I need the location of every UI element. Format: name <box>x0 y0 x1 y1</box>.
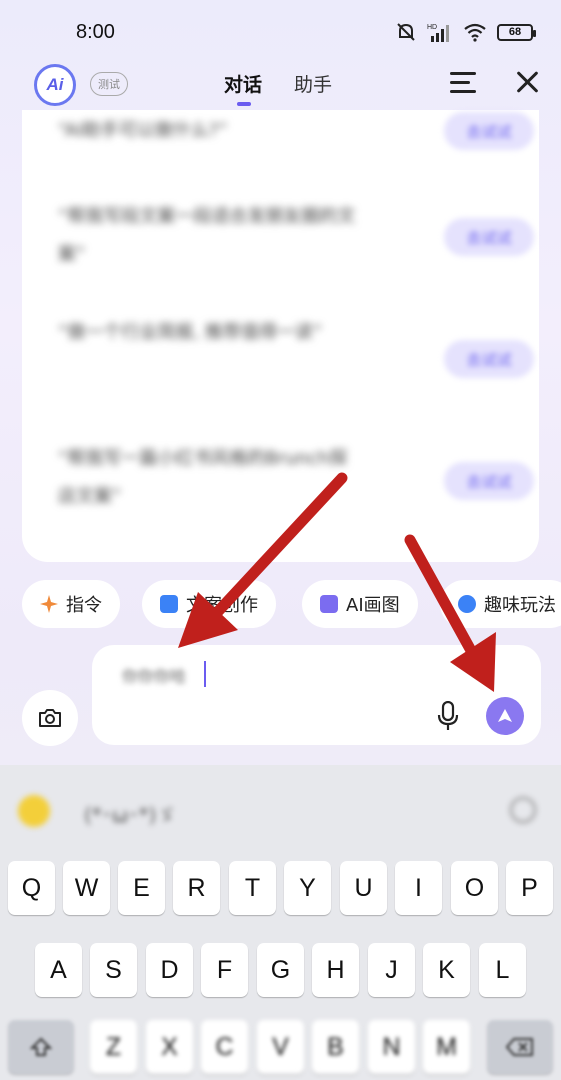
text-caret <box>204 661 206 687</box>
key-p[interactable]: P <box>506 861 553 915</box>
suggestion-text: “帮我写一篇小红书风格的Brunch探店文案” <box>58 448 348 507</box>
key-q[interactable]: Q <box>8 861 55 915</box>
battery-icon: 68 <box>497 23 536 41</box>
svg-text:HD: HD <box>427 24 437 31</box>
chip-label: AI画图 <box>346 595 400 616</box>
key-x[interactable]: X <box>146 1020 193 1074</box>
key-c[interactable]: C <box>201 1020 248 1074</box>
key-h[interactable]: H <box>312 943 359 997</box>
key-y[interactable]: Y <box>284 861 331 915</box>
key-o[interactable]: O <box>451 861 498 915</box>
signal-icon: HD <box>427 24 449 42</box>
chip-instruction[interactable]: 指令 <box>22 580 120 628</box>
key-f[interactable]: F <box>201 943 248 997</box>
key-b[interactable]: B <box>312 1020 359 1074</box>
chip-ai-drawing[interactable]: AI画图 <box>302 580 418 628</box>
menu-icon[interactable] <box>450 72 476 94</box>
key-k[interactable]: K <box>423 943 470 997</box>
smile-icon <box>458 595 476 613</box>
status-time: 8:00 <box>76 20 115 43</box>
camera-button[interactable] <box>22 690 78 746</box>
backspace-icon <box>506 1038 533 1056</box>
try-button[interactable]: 去试试 <box>444 112 534 150</box>
status-icons: HD 68 <box>395 21 536 43</box>
key-z[interactable]: Z <box>90 1020 137 1074</box>
sparkle-icon <box>40 595 58 613</box>
key-m[interactable]: M <box>423 1020 470 1074</box>
tab-assistant[interactable]: 助手 <box>294 70 332 97</box>
status-bar: 8:00 HD 68 <box>0 0 561 64</box>
shift-icon <box>30 1037 52 1056</box>
close-icon[interactable] <box>514 68 542 96</box>
ai-logo: Ai <box>34 64 76 106</box>
camera-icon <box>39 709 61 727</box>
keyboard-settings-icon[interactable] <box>510 797 536 823</box>
try-button[interactable]: 去试试 <box>444 340 534 378</box>
test-badge: 测试 <box>90 72 128 96</box>
key-i[interactable]: I <box>395 861 442 915</box>
key-e[interactable]: E <box>118 861 165 915</box>
try-button[interactable]: 去试试 <box>444 218 534 256</box>
chip-label: 指令 <box>66 595 102 616</box>
key-v[interactable]: V <box>257 1020 304 1074</box>
keyboard-toolbar: (*･ω･*)ゞ <box>0 785 561 833</box>
tab-dialog[interactable]: 对话 <box>224 70 262 106</box>
key-t[interactable]: T <box>229 861 276 915</box>
emoji-icon[interactable] <box>18 795 50 827</box>
key-u[interactable]: U <box>340 861 387 915</box>
send-button[interactable] <box>486 697 524 735</box>
send-arrow-icon <box>498 709 512 722</box>
chip-label: 趣味玩法 <box>484 595 556 616</box>
chip-fun-play[interactable]: 趣味玩法 <box>440 580 561 628</box>
suggestions-card: “AI助手可以做什么?” 去试试 “帮我写段文案一段适合发朋友圈的文案” 去试试… <box>22 110 539 562</box>
key-s[interactable]: S <box>90 943 137 997</box>
chip-copywriting[interactable]: 文案创作 <box>142 580 276 628</box>
mic-icon[interactable] <box>436 701 460 731</box>
wifi-icon <box>464 23 486 42</box>
quick-action-chips: 指令 文案创作 AI画图 趣味玩法 <box>22 580 561 628</box>
key-w[interactable]: W <box>63 861 110 915</box>
suggestion-text: “帮我写段文案一段适合发朋友圈的文案” <box>58 206 356 265</box>
message-input[interactable]: 你你你哈 <box>92 645 541 745</box>
mute-bell-icon <box>397 23 415 41</box>
key-l[interactable]: L <box>479 943 526 997</box>
try-button[interactable]: 去试试 <box>444 462 534 500</box>
chip-label: 文案创作 <box>186 595 258 616</box>
image-icon <box>320 595 338 613</box>
suggestion-text: “AI助手可以做什么?” <box>58 120 228 141</box>
backspace-key[interactable] <box>487 1020 553 1074</box>
key-a[interactable]: A <box>35 943 82 997</box>
suggestion-text: “做一个行业简报, 推荐值得一读” <box>58 322 323 343</box>
key-j[interactable]: J <box>368 943 415 997</box>
key-d[interactable]: D <box>146 943 193 997</box>
key-n[interactable]: N <box>368 1020 415 1074</box>
header: Ai 测试 对话 助手 <box>0 60 561 108</box>
input-text: 你你你哈 <box>122 667 187 686</box>
kaomoji-suggestion[interactable]: (*･ω･*)ゞ <box>84 799 176 828</box>
shift-key[interactable] <box>8 1020 74 1074</box>
key-r[interactable]: R <box>173 861 220 915</box>
doc-icon <box>160 595 178 613</box>
key-g[interactable]: G <box>257 943 304 997</box>
keyboard: (*･ω･*)ゞ Q W E R T Y U I O P A S D F G H… <box>0 765 561 1080</box>
